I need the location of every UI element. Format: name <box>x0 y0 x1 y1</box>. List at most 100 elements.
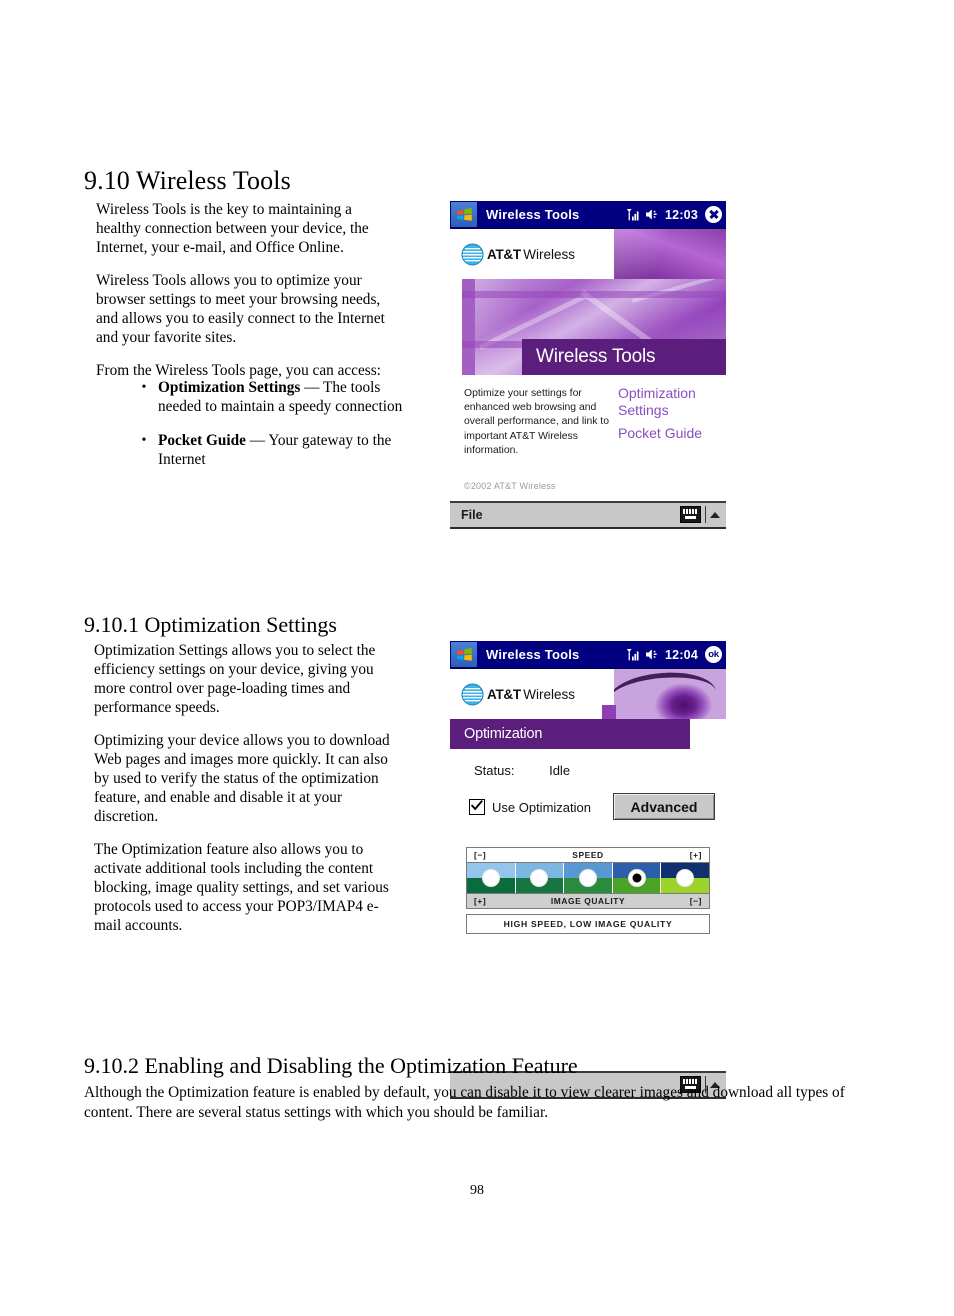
status-value: Idle <box>549 763 571 778</box>
speaker-volume-icon[interactable] <box>645 208 660 221</box>
close-icon[interactable] <box>705 206 722 223</box>
use-optimization-checkbox[interactable] <box>469 799 485 815</box>
page-number: 98 <box>470 1183 484 1198</box>
brand-name-bold: AT&T <box>487 686 521 702</box>
titlebar-title: Wireless Tools <box>486 647 580 662</box>
section-9-10-bullets: • Optimization Settings — The tools need… <box>130 378 412 484</box>
speed-quality-slider[interactable]: [−] SPEED [+] [+] IMAGE QUALITY [−] HIGH… <box>466 847 710 934</box>
brand-header: AT&T Wireless <box>450 669 726 719</box>
art-arc <box>614 669 718 717</box>
slider-dot-selected[interactable] <box>627 869 646 887</box>
signal-strength-icon[interactable] <box>626 208 640 222</box>
speed-plus-label[interactable]: [+] <box>690 850 702 860</box>
list-item-text: Pocket Guide — Your gateway to the Inter… <box>158 431 412 469</box>
start-button[interactable] <box>451 642 477 667</box>
slider-step[interactable] <box>661 863 709 893</box>
screenshot-optimization-settings: Wireless Tools 12:04 ok AT&T Wireless Op… <box>450 641 726 1099</box>
heading-9-10-1: 9.10.1 Optimization Settings <box>84 612 337 637</box>
slider-step-selected[interactable] <box>612 863 662 893</box>
att-logo: AT&T Wireless <box>450 229 614 279</box>
brand-name-light: Wireless <box>523 686 576 702</box>
speed-label: SPEED <box>572 850 604 860</box>
bullet-dot-icon: • <box>141 380 147 395</box>
slider-dot[interactable] <box>676 869 695 887</box>
paragraph: The Optimization feature also allows you… <box>94 841 389 934</box>
windows-flag-icon <box>456 647 472 661</box>
section-9-10-1-body: Optimization Settings allows you to sele… <box>94 641 394 949</box>
status-label: Status: <box>474 763 515 778</box>
paragraph: Optimizing your device allows you to dow… <box>94 732 390 825</box>
paragraph: Wireless Tools is the key to maintaining… <box>96 201 369 256</box>
titlebar-title: Wireless Tools <box>486 207 580 222</box>
check-icon <box>471 800 483 811</box>
start-button[interactable] <box>451 202 477 227</box>
list-item-term: Optimization Settings <box>158 379 301 396</box>
optimization-content: Status: Idle Use Optimization Advanced [… <box>450 749 726 1099</box>
image-quality-axis-labels: [+] IMAGE QUALITY [−] <box>466 893 710 909</box>
soft-keyboard-icon[interactable] <box>680 506 701 523</box>
speed-axis-labels: [−] SPEED [+] <box>466 847 710 863</box>
slider-step[interactable] <box>467 863 516 893</box>
paragraph: Optimization Settings allows you to sele… <box>94 642 376 716</box>
status-row: Status: Idle <box>474 763 570 778</box>
link-pocket-guide[interactable]: Pocket Guide <box>618 425 726 442</box>
signal-strength-icon[interactable] <box>626 648 640 662</box>
quality-plus-label[interactable]: [+] <box>474 896 486 906</box>
up-caret-icon[interactable] <box>710 511 720 518</box>
heading-9-10: 9.10 Wireless Tools <box>84 166 291 195</box>
list-item-term: Pocket Guide <box>158 432 246 449</box>
section-9-10-body: Wireless Tools is the key to maintaining… <box>96 200 396 394</box>
use-optimization-checkbox-row[interactable]: Use Optimization <box>469 799 591 815</box>
brand-name-bold: AT&T <box>487 246 521 262</box>
att-globe-icon <box>461 242 484 266</box>
art-horizontal-line <box>462 291 726 298</box>
slider-summary: HIGH SPEED, LOW IMAGE QUALITY <box>466 914 710 934</box>
att-globe-icon <box>461 682 484 706</box>
paragraph: Wireless Tools allows you to optimize yo… <box>96 272 385 346</box>
slider-dot[interactable] <box>578 869 597 887</box>
header-artwork-eye <box>614 669 726 719</box>
hero-caption: Wireless Tools <box>522 339 726 375</box>
titlebar-status-area: 12:03 <box>626 201 722 228</box>
art-notch <box>602 705 616 719</box>
windows-flag-icon <box>456 207 472 221</box>
use-optimization-label: Use Optimization <box>492 799 591 815</box>
command-bar: File <box>450 501 726 529</box>
section-9-10-2-body: Although the Optimization feature is ena… <box>84 1084 845 1121</box>
screenshot-wireless-tools-home: Wireless Tools 12:03 AT&T Wireless Wirel… <box>450 201 726 529</box>
slider-step[interactable] <box>515 863 565 893</box>
home-links: Optimization Settings Pocket Guide <box>618 385 726 442</box>
slider-dot[interactable] <box>530 869 549 887</box>
titlebar: Wireless Tools 12:03 <box>450 201 726 229</box>
header-artwork <box>614 229 726 279</box>
advanced-button[interactable]: Advanced <box>613 793 715 820</box>
divider <box>705 506 706 523</box>
heading-9-10-2: 9.10.2 Enabling and Disabling the Optimi… <box>84 1053 578 1078</box>
slider-dot[interactable] <box>481 869 500 887</box>
link-optimization-settings[interactable]: Optimization Settings <box>618 385 726 418</box>
copyright-text: ©2002 AT&T Wireless <box>464 481 556 491</box>
titlebar-status-area: 12:04 ok <box>626 641 722 668</box>
slider-step[interactable] <box>564 863 613 893</box>
titlebar-clock: 12:04 <box>665 647 698 662</box>
list-item: • Optimization Settings — The tools need… <box>130 378 412 416</box>
bullet-dot-icon: • <box>141 433 147 448</box>
speed-minus-label[interactable]: [−] <box>474 850 486 860</box>
section-banner: Optimization <box>450 719 690 749</box>
list-item: • Pocket Guide — Your gateway to the Int… <box>130 431 412 469</box>
quality-minus-label[interactable]: [−] <box>690 896 702 906</box>
titlebar-clock: 12:03 <box>665 207 698 222</box>
titlebar: Wireless Tools 12:04 ok <box>450 641 726 669</box>
image-quality-label: IMAGE QUALITY <box>550 896 626 906</box>
home-content: Optimize your settings for enhanced web … <box>450 375 726 501</box>
intro-blurb: Optimize your settings for enhanced web … <box>464 388 609 456</box>
document-page: 9.10 Wireless Tools Wireless Tools is th… <box>0 0 954 1316</box>
ok-button[interactable]: ok <box>705 646 722 663</box>
hero-banner: Wireless Tools <box>450 279 726 375</box>
list-item-text: Optimization Settings — The tools needed… <box>158 378 412 416</box>
command-bar-right <box>680 506 720 523</box>
speaker-volume-icon[interactable] <box>645 648 660 661</box>
brand-name-light: Wireless <box>523 246 576 262</box>
slider-track[interactable] <box>466 863 710 893</box>
menu-file[interactable]: File <box>461 508 483 522</box>
